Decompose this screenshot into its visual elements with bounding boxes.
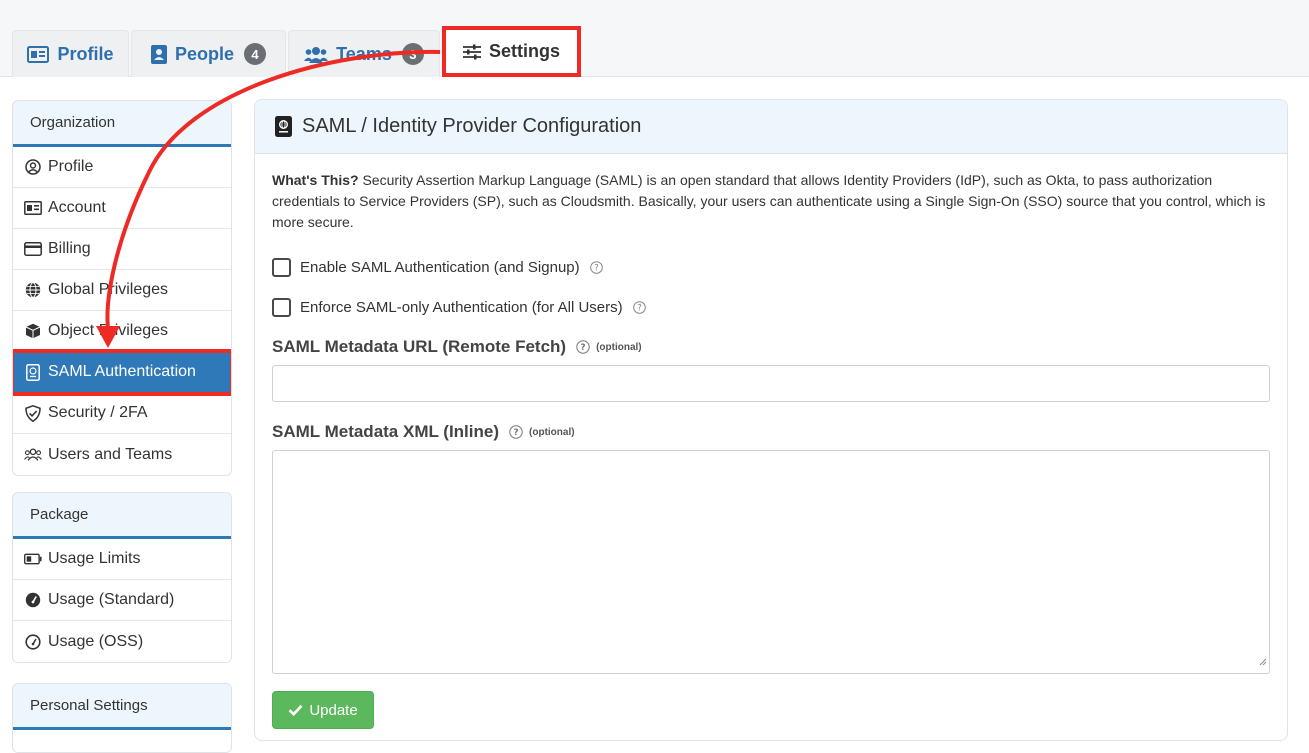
sidebar-item-label: Profile xyxy=(48,158,94,175)
enforce-saml-checkbox[interactable] xyxy=(272,297,291,317)
enable-saml-row: Enable SAML Authentication (and Signup) … xyxy=(272,247,1270,287)
help-icon[interactable]: ? xyxy=(632,300,646,314)
sidebar-item-usage-standard[interactable]: Usage (Standard) xyxy=(13,580,231,621)
sidebar-item-users-and-teams[interactable]: Users and Teams xyxy=(13,434,231,475)
package-panel: Package Usage Limits Usage (Standard) Us… xyxy=(12,492,232,663)
globe-icon xyxy=(24,281,42,299)
user-circle-icon xyxy=(24,158,42,176)
help-icon[interactable]: ? xyxy=(589,260,603,274)
tab-teams[interactable]: Teams 3 xyxy=(288,30,440,77)
top-tab-bar: Profile People 4 Teams 3 Settings xyxy=(0,0,1309,77)
metadata-xml-label-text: SAML Metadata XML (Inline) xyxy=(272,422,500,441)
description-lead: What's This? xyxy=(272,172,359,188)
credit-card-icon xyxy=(24,240,42,258)
sidebar-item-label: Global Privileges xyxy=(48,281,169,298)
sidebar-item-label: Users and Teams xyxy=(48,445,173,463)
organization-panel: Organization Profile Account Billing Glo… xyxy=(12,100,232,476)
sidebar-item-label: Usage (Standard) xyxy=(48,591,175,608)
sidebar-item-profile[interactable]: Profile xyxy=(13,147,231,188)
sidebar-item-usage-oss[interactable]: Usage (OSS) xyxy=(13,621,231,662)
update-button-label: Update xyxy=(309,701,358,719)
sidebar-item-label: Billing xyxy=(48,240,91,257)
sidebar-item-security-2fa[interactable]: Security / 2FA xyxy=(13,393,231,434)
id-card-icon xyxy=(27,45,50,63)
metadata-xml-textarea[interactable] xyxy=(272,450,1270,674)
sidebar-item-billing[interactable]: Billing xyxy=(13,229,231,270)
svg-text:?: ? xyxy=(637,303,642,313)
optional-hint: (optional) xyxy=(529,426,575,438)
sidebar-item-global-privileges[interactable]: Global Privileges xyxy=(13,270,231,311)
tab-label: Profile xyxy=(57,43,114,64)
gauge-outline-icon xyxy=(24,633,42,651)
sidebar-item-label: SAML Authentication xyxy=(48,363,196,380)
sliders-icon xyxy=(462,44,481,60)
tab-people[interactable]: People 4 xyxy=(131,30,286,77)
gauge-icon xyxy=(24,591,42,609)
optional-hint: (optional) xyxy=(596,341,642,353)
sidebar-item-label: Usage (OSS) xyxy=(48,632,144,650)
package-heading: Package xyxy=(13,493,231,539)
shield-icon xyxy=(24,404,42,422)
sidebar-item-label: Usage Limits xyxy=(48,550,141,567)
personal-settings-heading: Personal Settings xyxy=(13,684,231,730)
svg-text:?: ? xyxy=(513,428,518,438)
sidebar-item-usage-limits[interactable]: Usage Limits xyxy=(13,539,231,580)
card-header: SAML / Identity Provider Configuration xyxy=(255,100,1287,154)
metadata-url-label: SAML Metadata URL (Remote Fetch) ? (opti… xyxy=(272,337,1270,357)
cube-icon xyxy=(24,322,42,340)
sidebar-item-label: Object Privileges xyxy=(48,322,169,339)
enforce-saml-label: Enforce SAML-only Authentication (for Al… xyxy=(300,298,623,316)
card-title: SAML / Identity Provider Configuration xyxy=(302,115,642,137)
sidebar-item-saml-authentication[interactable]: SAML Authentication xyxy=(13,349,231,396)
saml-config-card: SAML / Identity Provider Configuration W… xyxy=(254,99,1288,741)
svg-text:?: ? xyxy=(580,343,585,353)
help-icon[interactable]: ? xyxy=(509,425,523,439)
check-icon xyxy=(288,704,303,716)
sidebar-item-label: Security / 2FA xyxy=(48,404,148,421)
sidebar-item-label: Account xyxy=(48,199,106,216)
card-body: What's This? Security Assertion Markup L… xyxy=(255,154,1287,729)
organization-heading: Organization xyxy=(13,101,231,147)
enable-saml-label: Enable SAML Authentication (and Signup) xyxy=(300,258,580,276)
metadata-url-input[interactable] xyxy=(272,365,1270,402)
metadata-url-label-text: SAML Metadata URL (Remote Fetch) xyxy=(272,337,567,356)
id-card-icon xyxy=(24,199,42,217)
sidebar-item-object-privileges[interactable]: Object Privileges xyxy=(13,311,231,352)
passport-icon xyxy=(275,116,292,137)
tab-label: Teams xyxy=(336,43,392,64)
description: What's This? Security Assertion Markup L… xyxy=(272,170,1272,233)
enable-saml-checkbox[interactable] xyxy=(272,257,291,277)
users-icon xyxy=(304,46,329,63)
enforce-saml-row: Enforce SAML-only Authentication (for Al… xyxy=(272,287,1270,327)
tab-label: Settings xyxy=(488,41,560,61)
description-text: Security Assertion Markup Language (SAML… xyxy=(272,172,1266,230)
sidebar-item-account[interactable]: Account xyxy=(13,188,231,229)
update-button[interactable]: Update xyxy=(272,691,374,729)
tab-settings[interactable]: Settings xyxy=(442,26,581,77)
resize-grip-icon[interactable] xyxy=(1259,653,1267,671)
battery-icon xyxy=(24,550,42,568)
tab-label: People xyxy=(174,43,235,64)
users-icon xyxy=(24,446,42,464)
people-count-badge: 4 xyxy=(244,43,267,65)
teams-count-badge: 3 xyxy=(401,43,424,65)
svg-text:?: ? xyxy=(594,263,599,273)
tab-profile[interactable]: Profile xyxy=(12,30,129,77)
help-icon[interactable]: ? xyxy=(576,340,590,354)
passport-icon xyxy=(24,363,42,381)
address-book-icon xyxy=(150,44,167,64)
metadata-xml-label: SAML Metadata XML (Inline) ? (optional) xyxy=(272,422,1270,442)
